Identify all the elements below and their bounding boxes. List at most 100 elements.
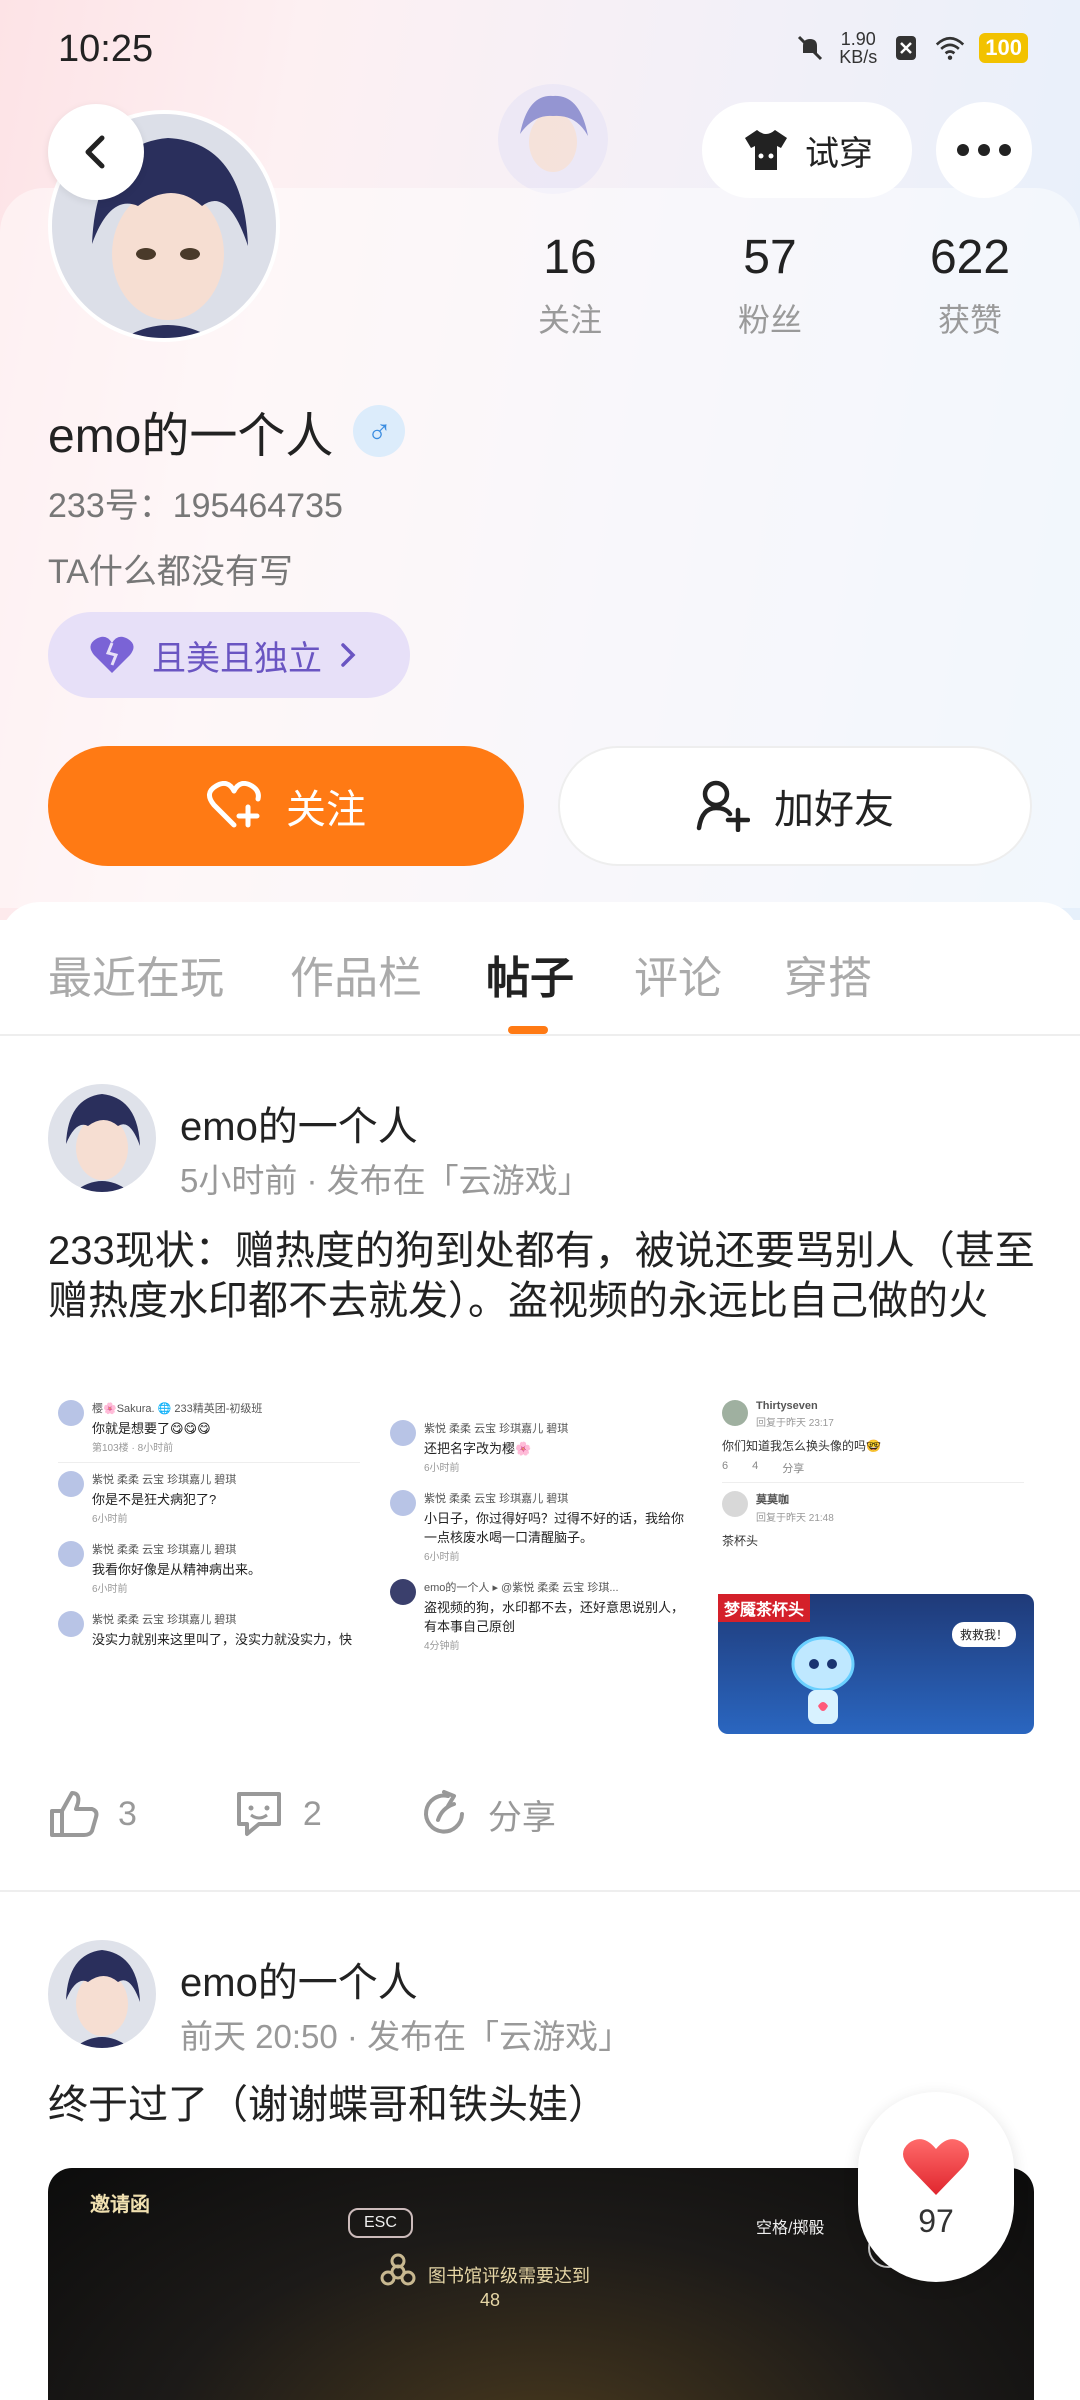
stat-followers[interactable]: 57 粉丝 xyxy=(670,230,870,341)
list-item: 紫悦 柔柔 云宝 珍琪嘉儿 碧琪 小日子，你过得好吗？过得不好的话，我给你一点核… xyxy=(380,1482,702,1571)
image-bubble: 救救我！ xyxy=(951,1622,1016,1647)
list-item: 莫莫咖 回复于昨天 21:48 xyxy=(712,1483,1034,1532)
comment-text: 茶杯头 xyxy=(722,1534,759,1548)
list-item: 樱🌸Sakura. 🌐 233精英团-初级班 你就是想要了😋😋😋 第103楼 ·… xyxy=(48,1392,370,1462)
status-icons: 1.90 KB/s 100 xyxy=(795,30,1028,66)
comment-author: Thirtyseven xyxy=(756,1400,818,1412)
back-button[interactable] xyxy=(48,104,144,200)
more-button[interactable] xyxy=(936,102,1032,198)
list-item: 紫悦 柔柔 云宝 珍琪嘉儿 碧琪 还把名字改为樱🌸 6小时前 xyxy=(380,1412,702,1482)
tab-outfits[interactable]: 穿搭 xyxy=(784,942,872,1006)
stat-value: 57 xyxy=(743,231,797,284)
comment-time: 6小时前 xyxy=(92,1514,128,1525)
profile-tabs: 最近在玩 作品栏 帖子 评论 穿搭 xyxy=(0,902,1080,1036)
chevron-left-icon xyxy=(85,135,105,169)
comment-author: emo的一个人 ▸ @紫悦 柔柔 云宝 珍琪... xyxy=(424,1582,619,1594)
follow-button[interactable]: 关注 xyxy=(48,746,524,866)
post-text: 233现状：赠热度的狗到处都有，被说还要骂别人（甚至赠热度水印都不去就发）。盗视… xyxy=(48,1229,1035,1323)
header-avatar xyxy=(498,84,608,194)
comment-author: 莫莫咖 xyxy=(756,1494,789,1506)
stat-value: 622 xyxy=(929,231,1011,284)
comment-text: 我看你好像是从精神病出来。 xyxy=(92,1562,262,1577)
mute-icon xyxy=(795,33,825,63)
personality-tag[interactable]: 且美且独立 xyxy=(48,612,410,698)
comment-author: 樱🌸Sakura. 🌐 233精英团-初级班 xyxy=(92,1403,263,1415)
chevron-right-icon xyxy=(341,643,356,667)
username-text: emo的一个人 xyxy=(48,410,334,463)
comment-count: 2 xyxy=(302,1794,322,1833)
stat-likes[interactable]: 622 获赞 xyxy=(870,230,1070,341)
thumbs-up-icon xyxy=(50,1791,99,1837)
post-author-avatar[interactable] xyxy=(48,1084,156,1192)
like-count: 3 xyxy=(118,1794,137,1833)
space-key-label: 空格/掷骰 xyxy=(756,2220,825,2237)
avatar xyxy=(58,1471,84,1497)
comment-text: 你就是想要了😋😋😋 xyxy=(92,1421,211,1436)
comment-text: 小日子，你过得好吗？过得不好的话，我给你一点核废水喝一口清醒脑子。 xyxy=(424,1511,685,1545)
list-item: emo的一个人 ▸ @紫悦 柔柔 云宝 珍琪... 盗视频的狗，水印都不去，还好… xyxy=(380,1571,702,1660)
post-author-name[interactable]: emo的一个人 xyxy=(180,1094,418,1152)
stat-following[interactable]: 16 关注 xyxy=(470,230,670,341)
comment-text: 你们知道我怎么换头像的吗🤓 xyxy=(722,1439,881,1453)
add-friend-button[interactable]: 加好友 xyxy=(558,746,1032,866)
comment-button[interactable]: 2 xyxy=(233,1788,322,1840)
floating-like-button[interactable]: 97 xyxy=(858,2092,1014,2282)
requirement-text: 图书馆评级需要达到 xyxy=(428,2266,590,2286)
comment-actions: 6 4 分享 xyxy=(712,1454,1034,1482)
avatar xyxy=(722,1491,748,1517)
avatar xyxy=(390,1420,416,1446)
tab-posts[interactable]: 帖子 xyxy=(486,942,574,1006)
add-friend-label: 加好友 xyxy=(774,788,894,832)
stat-label: 关注 xyxy=(537,302,602,338)
invite-label: 邀请函 xyxy=(90,2194,150,2216)
avatar xyxy=(58,1541,84,1567)
requirement-value: 48 xyxy=(480,2290,501,2310)
share-button[interactable]: 分享 xyxy=(418,1788,556,1840)
try-on-button[interactable]: 试穿 xyxy=(702,102,912,198)
list-item: 紫悦 柔柔 云宝 珍琪嘉儿 碧琪 我看你好像是从精神病出来。 6小时前 xyxy=(48,1533,370,1603)
share-label: 分享 xyxy=(487,1798,556,1837)
post-author-avatar[interactable] xyxy=(48,1940,156,2048)
esc-key: ESC xyxy=(348,2208,413,2238)
comment-time: 6小时前 xyxy=(92,1584,128,1595)
avatar xyxy=(390,1579,416,1605)
comment-time: 6小时前 xyxy=(424,1463,460,1474)
comment-author: 紫悦 柔柔 云宝 珍琪嘉儿 碧琪 xyxy=(92,1474,237,1486)
stat-label: 粉丝 xyxy=(737,302,802,338)
comment-icon xyxy=(236,1792,281,1836)
post-divider xyxy=(0,1890,1080,1892)
post-author-name[interactable]: emo的一个人 xyxy=(180,1950,418,2008)
avatar xyxy=(390,1490,416,1516)
profile-uid: 233号：195464735 xyxy=(48,487,343,525)
post-image-grid: 樱🌸Sakura. 🌐 233精英团-初级班 你就是想要了😋😋😋 第103楼 ·… xyxy=(48,1392,1034,1740)
follow-label: 关注 xyxy=(286,788,366,832)
more-dots-icon xyxy=(957,144,1011,156)
list-item: 紫悦 柔柔 云宝 珍琪嘉儿 碧琪 没实力就别来这里叫了，没实力就没实力，快 xyxy=(48,1603,370,1656)
tab-comments[interactable]: 评论 xyxy=(634,942,722,1006)
speed-value: 1.90 xyxy=(840,29,876,49)
comment-text: 你是不是狂犬病犯了? xyxy=(92,1492,217,1507)
tab-recently-played[interactable]: 最近在玩 xyxy=(48,942,224,1006)
try-on-label: 试穿 xyxy=(805,134,873,173)
wifi-icon xyxy=(935,33,965,63)
comment-time: 6小时前 xyxy=(424,1552,460,1563)
post-image[interactable]: 紫悦 柔柔 云宝 珍琪嘉儿 碧琪 还把名字改为樱🌸 6小时前 紫悦 柔柔 云宝 … xyxy=(380,1392,702,1740)
like-button[interactable]: 3 xyxy=(48,1789,137,1839)
heart-plus-icon xyxy=(207,781,261,828)
active-tab-indicator xyxy=(508,1026,548,1034)
like-count: 97 xyxy=(918,2202,954,2239)
avatar xyxy=(58,1611,84,1637)
share-icon xyxy=(423,1790,464,1834)
comment-time: 回复于昨天 23:17 xyxy=(756,1418,834,1429)
post-image[interactable]: 樱🌸Sakura. 🌐 233精英团-初级班 你就是想要了😋😋😋 第103楼 ·… xyxy=(48,1392,370,1740)
list-item: 紫悦 柔柔 云宝 珍琪嘉儿 碧琪 你是不是狂犬病犯了? 6小时前 xyxy=(48,1463,370,1533)
image-title: 梦魇茶杯头 xyxy=(718,1594,811,1622)
profile-stats: 16 关注 57 粉丝 622 获赞 xyxy=(470,230,1070,341)
post-meta: 前天 20:50 · 发布在「云游戏」 xyxy=(180,2018,632,2055)
post-meta: 5小时前 · 发布在「云游戏」 xyxy=(180,1162,591,1199)
shirt-icon xyxy=(745,130,787,170)
network-speed: 1.90 KB/s xyxy=(839,30,877,66)
tab-works[interactable]: 作品栏 xyxy=(290,942,422,1006)
like-count: 6 xyxy=(722,1460,729,1472)
post-image[interactable]: Thirtyseven 回复于昨天 23:17 你们知道我怎么换头像的吗🤓 6 … xyxy=(712,1392,1034,1740)
